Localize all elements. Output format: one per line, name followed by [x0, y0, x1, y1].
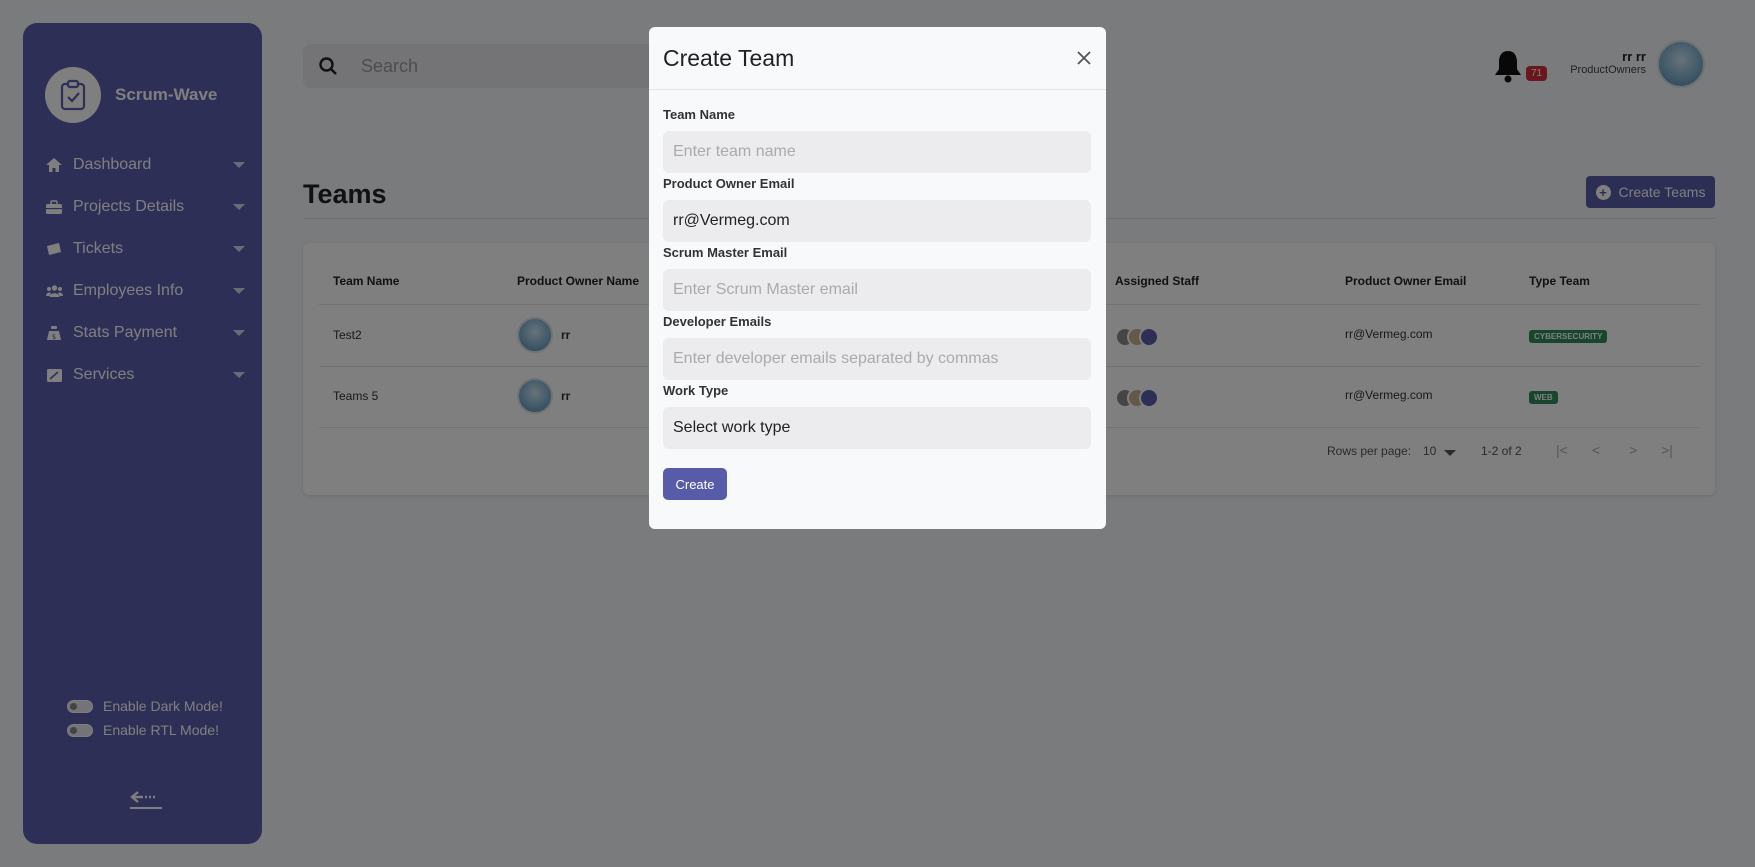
modal-title: Create Team: [663, 44, 795, 71]
product-owner-email-input[interactable]: rr@Vermeg.com: [663, 200, 1091, 242]
team-name-input[interactable]: Enter team name: [663, 131, 1091, 173]
scrum-master-email-input[interactable]: Enter Scrum Master email: [663, 269, 1091, 311]
work-type-label: Work Type: [663, 383, 729, 398]
developer-emails-label: Developer Emails: [663, 314, 772, 329]
modal-header: Create Team: [649, 27, 1106, 90]
create-team-modal: Create Team Team Name Enter team name Pr…: [649, 27, 1106, 529]
product-owner-email-label: Product Owner Email: [663, 176, 795, 191]
work-type-select[interactable]: Select work type: [663, 407, 1091, 449]
developer-emails-input[interactable]: Enter developer emails separated by comm…: [663, 338, 1091, 380]
close-icon[interactable]: [1076, 50, 1092, 66]
team-name-label: Team Name: [663, 107, 736, 122]
create-button[interactable]: Create: [663, 468, 727, 500]
scrum-master-email-label: Scrum Master Email: [663, 245, 788, 260]
